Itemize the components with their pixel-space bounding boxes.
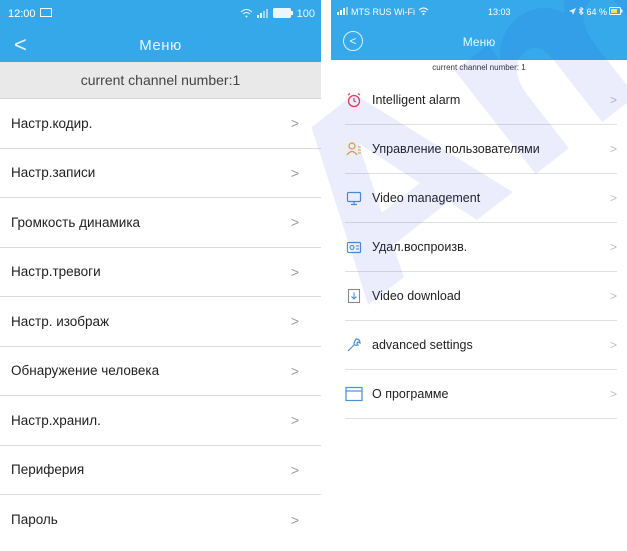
chevron-right-icon: > [290, 313, 299, 330]
chevron-right-icon: > [290, 214, 299, 231]
menu-item-label: Настр. изображ [11, 313, 110, 329]
page-title: Меню [462, 35, 496, 49]
channel-number: current channel number: 1 [432, 63, 526, 72]
chevron-right-icon: > [290, 115, 299, 132]
signal-icon [256, 8, 269, 21]
carrier-name: MTS RUS Wi-Fi [351, 7, 415, 17]
menu-item-video-download[interactable]: Video download > [345, 272, 617, 321]
download-icon [345, 287, 363, 305]
window-icon [345, 385, 363, 403]
back-button[interactable]: < [343, 31, 363, 51]
wifi-icon [418, 7, 429, 17]
menu-item-about[interactable]: О программе > [345, 370, 617, 419]
menu-item-password[interactable]: Пароль > [0, 495, 321, 545]
battery-icon [272, 7, 293, 21]
page-title: Меню [139, 36, 182, 54]
right-phone-screen: MTS RUS Wi-Fi 13:03 64 % < Меню current … [331, 0, 627, 551]
menu-item-image[interactable]: Настр. изображ > [0, 297, 321, 347]
chevron-right-icon: > [290, 263, 299, 280]
menu-item-label: advanced settings [372, 338, 473, 352]
monitor-icon [345, 189, 363, 207]
menu-item-alarm[interactable]: Настр.тревоги > [0, 248, 321, 297]
menu-item-label: Управление пользователями [372, 142, 540, 156]
menu-item-label: Video management [372, 191, 481, 205]
chevron-right-icon: > [290, 412, 299, 429]
menu-item-advanced-settings[interactable]: advanced settings > [345, 321, 617, 370]
battery-level: 64 % [586, 7, 607, 17]
menu-item-label: Удал.воспроизв. [372, 240, 468, 254]
menu-item-label: Громкость динамика [11, 214, 141, 230]
left-phone-screen: 12:00 100 < Меню current channel number:… [0, 0, 321, 551]
alarm-clock-icon [345, 91, 363, 109]
chevron-right-icon: > [609, 93, 617, 107]
chevron-right-icon: > [290, 362, 299, 379]
status-time: 13:03 [487, 7, 511, 17]
menu-item-label: Intelligent alarm [372, 93, 461, 107]
channel-number: current channel number:1 [0, 62, 321, 99]
menu-item-peripherals[interactable]: Периферия > [0, 446, 321, 495]
menu-item-video-management[interactable]: Video management > [345, 174, 617, 223]
chevron-right-icon: > [609, 289, 617, 303]
menu-item-intelligent-alarm[interactable]: Intelligent alarm > [345, 76, 617, 125]
menu-item-storage[interactable]: Настр.хранил. > [0, 396, 321, 446]
back-button[interactable]: < [14, 32, 27, 58]
status-time: 12:00 [8, 8, 36, 20]
menu-item-human-detection[interactable]: Обнаружение человека > [0, 347, 321, 396]
menu-item-user-management[interactable]: Управление пользователями > [345, 125, 617, 174]
chevron-right-icon: > [609, 387, 617, 401]
remote-playback-icon [345, 238, 363, 256]
menu-list: Intelligent alarm > Управление пользоват… [331, 76, 627, 419]
menu-item-label: Настр.записи [11, 165, 96, 181]
chevron-right-icon: > [609, 338, 617, 352]
battery-icon [608, 7, 623, 17]
chevron-right-icon: > [609, 240, 617, 254]
menu-item-remote-playback[interactable]: Удал.воспроизв. > [345, 223, 617, 272]
users-icon [345, 140, 363, 158]
nav-bar: < Меню [0, 28, 321, 62]
chevron-right-icon: > [290, 511, 299, 528]
menu-item-encoding[interactable]: Настр.кодир. > [0, 99, 321, 149]
menu-item-label: Периферия [11, 462, 85, 478]
menu-item-label: Настр.тревоги [11, 264, 101, 280]
menu-item-label: Настр.хранил. [11, 412, 101, 428]
status-bar: MTS RUS Wi-Fi 13:03 64 % [331, 0, 627, 24]
location-icon [569, 7, 577, 17]
wifi-icon [240, 8, 253, 21]
menu-item-label: Настр.кодир. [11, 115, 93, 131]
signal-icon [337, 7, 348, 17]
wrench-icon [345, 336, 363, 354]
menu-item-speaker-volume[interactable]: Громкость динамика > [0, 198, 321, 248]
menu-item-label: Обнаружение человека [11, 363, 160, 379]
battery-level: 100 [296, 8, 315, 20]
chevron-right-icon: > [609, 142, 617, 156]
screen-icon [39, 8, 52, 20]
chevron-right-icon: > [290, 164, 299, 181]
menu-item-label: Video download [372, 289, 461, 303]
chevron-right-icon: > [609, 191, 617, 205]
nav-bar: < Меню [331, 24, 627, 60]
chevron-right-icon: > [290, 461, 299, 478]
menu-item-label: Пароль [11, 512, 58, 528]
menu-list: Настр.кодир. > Настр.записи > Громкость ди… [0, 99, 321, 545]
bluetooth-icon [578, 6, 585, 17]
status-bar: 12:00 100 [0, 0, 321, 28]
menu-item-recording[interactable]: Настр.записи > [0, 149, 321, 198]
menu-item-label: О программе [372, 387, 449, 401]
